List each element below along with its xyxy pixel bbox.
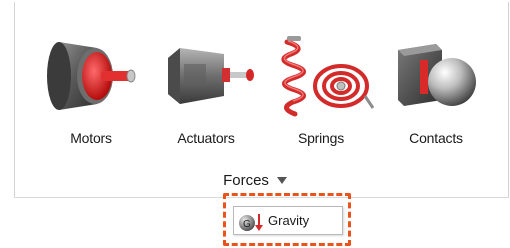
contact-icon	[398, 44, 476, 106]
caret-down-icon[interactable]	[276, 176, 287, 184]
svg-text:G: G	[243, 219, 251, 230]
springs-label: Springs	[297, 130, 345, 146]
contacts-button[interactable]: Contacts	[376, 30, 496, 180]
spring-icon	[281, 36, 375, 117]
springs-button[interactable]: Springs	[261, 30, 381, 180]
gravity-icon: G	[239, 214, 263, 231]
forces-group-label[interactable]: Forces	[0, 171, 510, 189]
motors-label: Motors	[70, 130, 112, 146]
actuators-button[interactable]: Actuators	[146, 30, 266, 180]
motors-button[interactable]: Motors	[31, 30, 151, 180]
gravity-menu-item[interactable]: G Gravity	[233, 206, 343, 235]
actuators-label: Actuators	[177, 130, 235, 146]
contacts-label: Contacts	[409, 130, 463, 146]
motor-icon	[47, 42, 136, 110]
forces-label: Forces	[223, 171, 269, 189]
actuator-icon	[168, 48, 254, 104]
gravity-label: Gravity	[268, 213, 310, 228]
